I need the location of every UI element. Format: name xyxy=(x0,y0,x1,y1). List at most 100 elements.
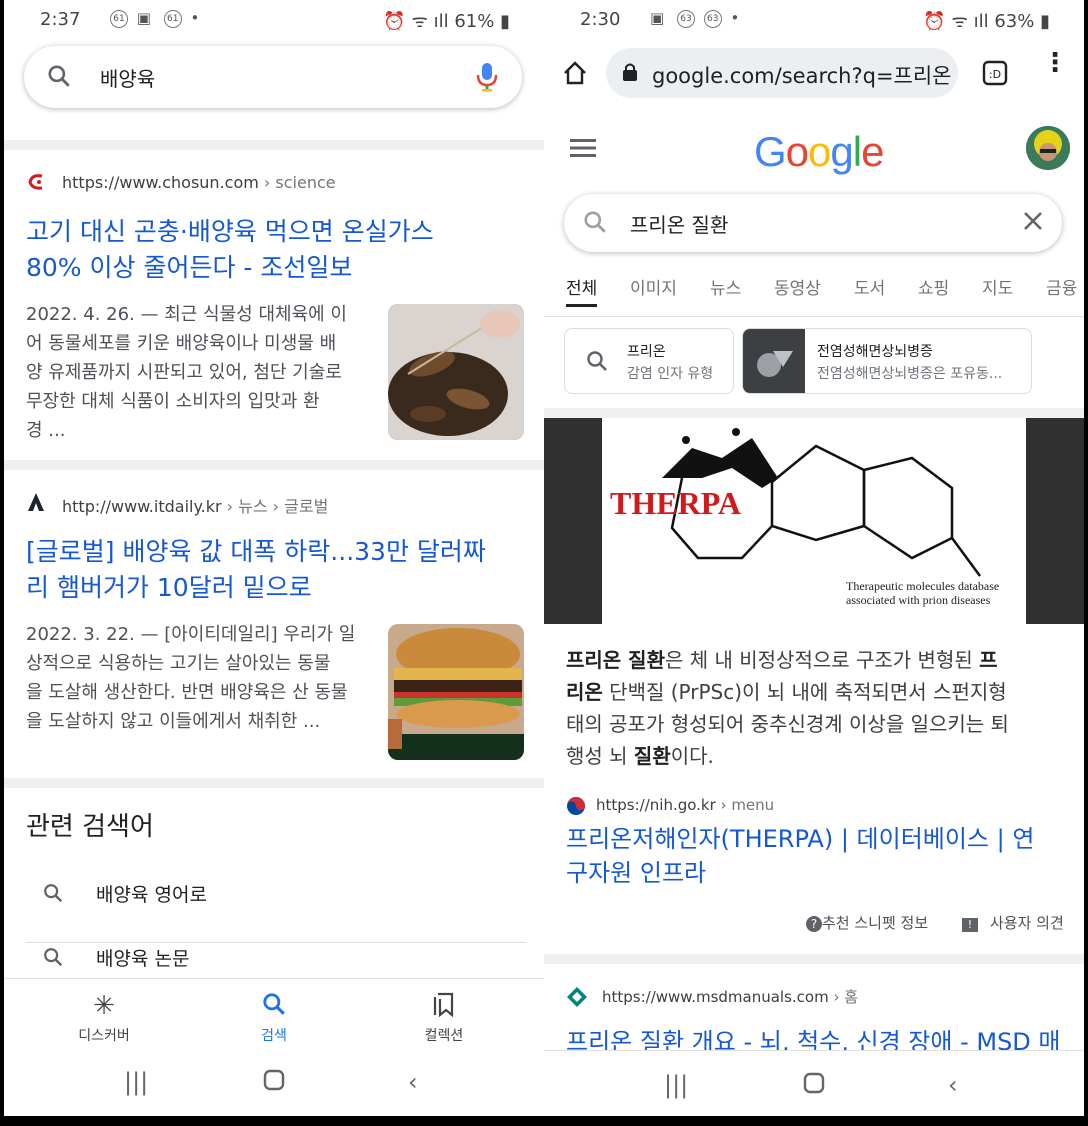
notification-count: 61 xyxy=(110,10,128,28)
battery-percent: 63% xyxy=(994,11,1035,32)
nav-search[interactable]: 검색 xyxy=(214,991,334,1045)
divider xyxy=(4,460,544,470)
home-icon[interactable] xyxy=(262,1068,286,1098)
snippet-line: 을 도살해 생산한다. 반면 배양육은 산 동물 xyxy=(26,682,348,703)
home-icon[interactable] xyxy=(562,60,588,90)
address-bar[interactable]: google.com/search?q=프리온 xyxy=(606,48,958,98)
snippet-line: 경 ... xyxy=(26,420,66,441)
divider xyxy=(4,140,544,150)
result-title-link[interactable]: 프리온저해인자(THERPA) | 데이터베이스 | 연 구자원 인프라 xyxy=(566,822,1034,890)
search-tabs: 전체 이미지 뉴스 동영상 도서 쇼핑 지도 금융 xyxy=(544,270,1084,317)
system-navigation: ||| ‹ xyxy=(4,1048,544,1116)
tab-maps[interactable]: 지도 xyxy=(982,274,1013,299)
chosun-favicon-icon xyxy=(26,172,46,196)
search-query[interactable]: 프리온 질환 xyxy=(630,209,728,238)
lock-icon xyxy=(622,62,638,86)
snippet-info-link[interactable]: ? 추천 스니펫 정보 xyxy=(806,912,928,933)
search-box[interactable]: 프리온 질환 xyxy=(564,194,1062,252)
nav-collections[interactable]: 컬렉션 xyxy=(384,991,504,1045)
back-icon[interactable]: ‹ xyxy=(408,1068,418,1096)
related-search-label: 배양육 논문 xyxy=(96,948,190,970)
tab-images[interactable]: 이미지 xyxy=(630,274,677,299)
snippet-info-label: 추천 스니펫 정보 xyxy=(822,914,929,932)
snippet-line: 상적으로 식용하는 고기는 살아있는 동물 xyxy=(26,653,331,674)
therpa-featured-image[interactable]: THERPA Therapeutic molecules database as… xyxy=(544,418,1084,624)
tab-finance[interactable]: 금융 xyxy=(1046,274,1077,299)
insect-food-thumbnail[interactable] xyxy=(388,304,524,440)
microphone-icon[interactable] xyxy=(476,62,498,96)
related-search-label: 배양육 영어로 xyxy=(96,884,207,906)
snippet-line: 행성 뇌 질환이다. xyxy=(566,740,1066,772)
bookmark-icon xyxy=(432,992,456,1021)
snippet-text: 단백질 (PrPSc)이 뇌 내에 축적되면서 스펀지형 xyxy=(602,680,1007,704)
result-url[interactable]: https://nih.go.kr › menu xyxy=(596,796,774,814)
tab-all[interactable]: 전체 xyxy=(566,274,598,307)
result-url[interactable]: https://www.chosun.com › science xyxy=(62,173,336,192)
title-line: 프리온저해인자(THERPA) | 데이터베이스 | 연 xyxy=(566,825,1035,853)
snippet-line: 을 도살하지 않고 이들에게서 채취한 ... xyxy=(26,711,321,732)
left-phone-screen: 2:37 61 ▣ 61 • ⏰ ᯤ ıll 61% ▮ 배양육 https:/… xyxy=(4,0,544,1116)
feedback-icon: ! xyxy=(962,918,978,932)
result-title-link[interactable]: [글로벌] 배양육 값 대폭 하락...33만 달러짜 리 햄버거가 10달러 … xyxy=(26,534,486,606)
itdaily-favicon-icon xyxy=(26,492,46,516)
tab-videos[interactable]: 동영상 xyxy=(774,274,821,299)
entity-chip-tse[interactable]: 전염성해면상뇌병증 전염성해면상뇌병증은 포유동... xyxy=(742,328,1032,394)
search-icon[interactable] xyxy=(46,63,72,93)
title-line: 80% 이상 줄어든다 - 조선일보 xyxy=(26,253,353,282)
entity-chip-prion[interactable]: 프리온 감염 인자 유형 xyxy=(564,328,734,394)
status-right: ⏰ ᯤ ıll 63% ▮ xyxy=(923,11,1050,32)
title-line: 리 햄버거가 10달러 밑으로 xyxy=(26,573,312,602)
related-search-item[interactable]: 배양육 영어로 xyxy=(26,880,526,943)
recent-apps-icon[interactable]: ||| xyxy=(124,1068,148,1096)
svg-text::D: :D xyxy=(989,68,1001,81)
result-url[interactable]: http://www.itdaily.kr › 뉴스 › 글로벌 xyxy=(62,493,328,517)
notification-count: 63 xyxy=(676,10,695,28)
tab-news[interactable]: 뉴스 xyxy=(710,274,741,299)
burger-thumbnail[interactable] xyxy=(388,624,524,760)
clear-icon[interactable] xyxy=(1022,210,1044,236)
result-snippet: 2022. 3. 22. — [아이티데일리] 우리가 일 상적으로 식용하는 … xyxy=(26,620,355,736)
divider xyxy=(544,954,1084,964)
featured-snippet-text: 프리온 질환은 체 내 비정상적으로 구조가 변형된 프 리온 단백질 (PrP… xyxy=(566,644,1066,772)
nav-label: 검색 xyxy=(261,1028,287,1044)
result-breadcrumb: › science xyxy=(258,173,336,192)
therpa-caption: Therapeutic molecules database xyxy=(846,579,999,593)
feedback-link[interactable]: ! 사용자 의견 xyxy=(962,912,1064,933)
hamburger-menu-icon[interactable] xyxy=(570,138,596,162)
tab-books[interactable]: 도서 xyxy=(854,274,885,299)
search-icon[interactable] xyxy=(582,209,608,239)
snippet-text: 행성 뇌 xyxy=(566,744,634,768)
notification-icons: ▣ 63 63 • xyxy=(650,9,744,28)
tab-shopping[interactable]: 쇼핑 xyxy=(918,274,949,299)
snippet-bold: 프 xyxy=(979,648,998,672)
logo-letter: l xyxy=(852,128,862,175)
result-url[interactable]: https://www.msdmanuals.com › 홈 xyxy=(602,986,858,1007)
asterisk-icon: ✳ xyxy=(93,991,115,1021)
snippet-line: 2022. 3. 22. — [아이티데일리] 우리가 일 xyxy=(26,624,356,645)
google-header: Google xyxy=(544,108,1084,198)
snippet-line: 무장한 대체 식품이 소비자의 입맛과 환 xyxy=(26,391,320,412)
related-searches-heading: 관련 검색어 xyxy=(26,812,154,842)
therpa-caption: associated with prion diseases xyxy=(846,593,991,607)
back-icon[interactable]: ‹ xyxy=(948,1071,958,1099)
search-query[interactable]: 배양육 xyxy=(100,63,155,92)
search-box[interactable]: 배양육 xyxy=(24,46,522,108)
status-time: 2:30 xyxy=(580,9,621,30)
google-logo[interactable]: Google xyxy=(754,128,884,176)
home-icon[interactable] xyxy=(802,1071,826,1101)
battery-percent: 61% xyxy=(454,11,495,32)
more-menu-icon[interactable]: ⋮ xyxy=(1042,50,1068,76)
tab-switcher-icon[interactable]: :D xyxy=(982,60,1008,90)
nav-label: 컬렉션 xyxy=(424,1028,464,1044)
help-icon: ? xyxy=(806,916,822,932)
avatar[interactable] xyxy=(1026,126,1070,170)
recent-apps-icon[interactable]: ||| xyxy=(664,1071,688,1099)
nav-discover[interactable]: ✳ 디스커버 xyxy=(44,991,164,1045)
title-line: 구자원 인프라 xyxy=(566,859,707,887)
logo-letter: e xyxy=(861,128,884,175)
result-title-link[interactable]: 고기 대신 곤충·배양육 먹으면 온실가스 80% 이상 줄어든다 - 조선일보 xyxy=(26,214,434,286)
snippet-line: 프리온 질환은 체 내 비정상적으로 구조가 변형된 프 xyxy=(566,644,1066,676)
snippet-line: 태의 공포가 형성되어 중추신경계 이상을 일으키는 퇴 xyxy=(566,712,1009,736)
search-icon xyxy=(42,946,64,972)
search-icon xyxy=(261,993,287,1021)
